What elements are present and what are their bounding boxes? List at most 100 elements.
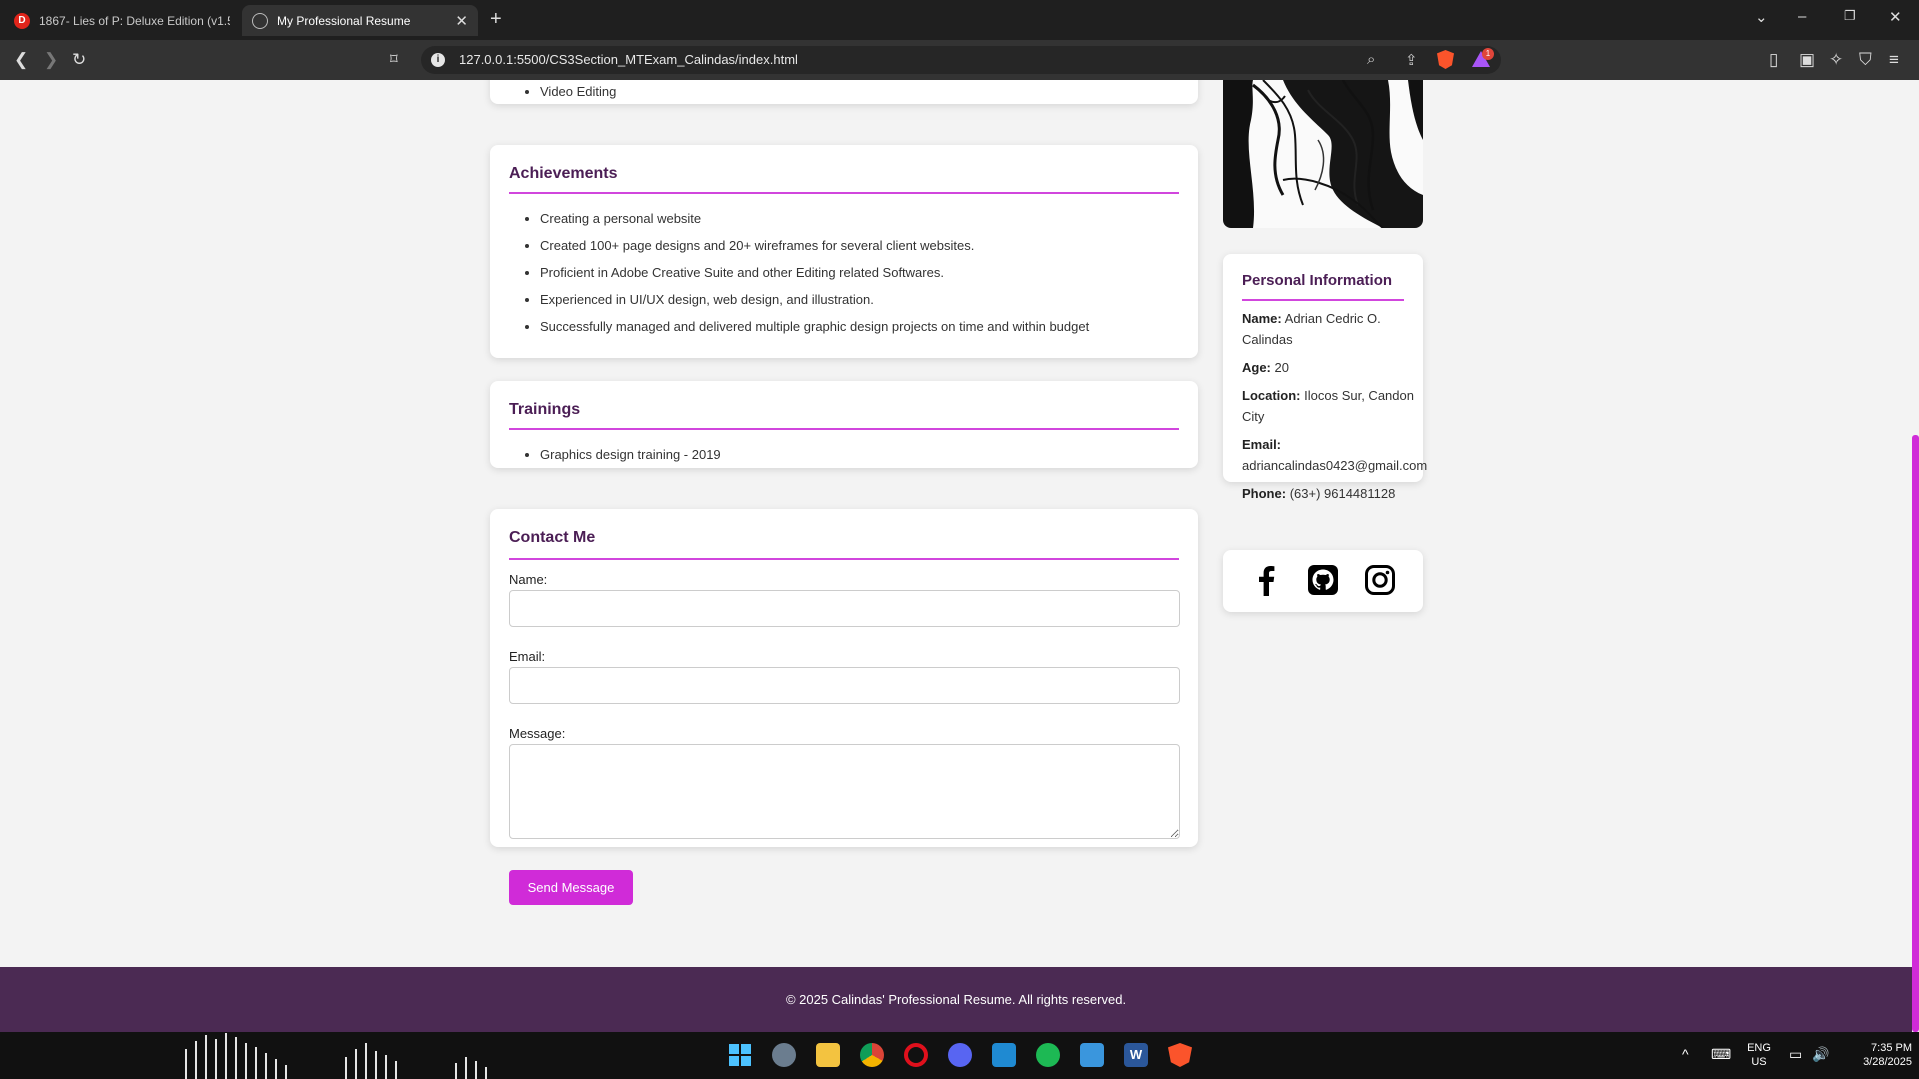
- contact-heading: Contact Me: [509, 529, 596, 546]
- achievements-list: Creating a personal website Created 100+…: [540, 205, 1089, 340]
- sidebar-icon[interactable]: ▯: [1769, 50, 1778, 70]
- social-card: [1223, 550, 1423, 612]
- heading-divider: [509, 192, 1179, 194]
- region-code: US: [1751, 1056, 1767, 1068]
- globe-app-icon[interactable]: [772, 1043, 796, 1067]
- forward-icon[interactable]: ❯: [44, 50, 58, 70]
- scrollbar-thumb[interactable]: [1912, 435, 1919, 1032]
- heading-divider: [1242, 299, 1404, 301]
- tab-professional-resume[interactable]: My Professional Resume ✕: [242, 5, 478, 36]
- tab-title: My Professional Resume: [277, 13, 411, 28]
- name-label: Name:: [509, 572, 548, 587]
- instagram-icon[interactable]: [1364, 564, 1396, 596]
- info-phone: Phone: (63+) 9614481128: [1242, 483, 1427, 504]
- address-bar[interactable]: i 127.0.0.1:5500/CS3Section_MTExam_Calin…: [421, 46, 1501, 74]
- windows-taskbar: W ^ ⌨ ENG US ▭ 🔊 7:35 PM 3/28/2025: [0, 1032, 1919, 1079]
- facebook-icon[interactable]: [1251, 564, 1283, 596]
- zoom-icon[interactable]: ⌕: [1367, 51, 1375, 68]
- personal-info-details: Name: Adrian Cedric O. Calindas Age: 20 …: [1242, 308, 1427, 511]
- heading-divider: [509, 558, 1179, 560]
- info-age-value: 20: [1274, 360, 1289, 375]
- page-footer: © 2025 Calindas' Professional Resume. Al…: [0, 967, 1912, 1032]
- trainings-list: Graphics design training - 2019: [540, 441, 721, 468]
- language-code: ENG: [1747, 1042, 1771, 1054]
- keyboard-icon[interactable]: ⌨: [1711, 1047, 1731, 1061]
- achievements-card: Achievements Creating a personal website…: [490, 145, 1198, 358]
- skills-list: Video Editing: [540, 80, 616, 105]
- clock-time: 7:35 PM: [1871, 1042, 1912, 1054]
- windows-start-icon[interactable]: [728, 1043, 752, 1067]
- rewards-badge: 1: [1482, 48, 1494, 60]
- list-item: Video Editing: [540, 80, 616, 105]
- opera-icon[interactable]: [904, 1043, 928, 1067]
- tab-list-chevron-icon[interactable]: ⌄: [1755, 8, 1768, 26]
- info-location: Location: Ilocos Sur, Candon City: [1242, 385, 1427, 427]
- trainings-card: Trainings Graphics design training - 201…: [490, 381, 1198, 468]
- trainings-heading: Trainings: [509, 401, 581, 418]
- wallet-icon[interactable]: ▣: [1799, 50, 1815, 70]
- network-icon[interactable]: ▭: [1789, 1047, 1802, 1061]
- volume-icon[interactable]: 🔊: [1812, 1047, 1829, 1061]
- info-phone-label: Phone:: [1242, 486, 1287, 501]
- bookmark-icon[interactable]: ⌑: [390, 50, 398, 70]
- info-email: Email: adriancalindas0423@gmail.com: [1242, 434, 1427, 476]
- d-logo-icon: D: [14, 12, 30, 29]
- skills-card: Video Editing: [490, 80, 1198, 104]
- heading-divider: [509, 428, 1179, 430]
- clock[interactable]: 7:35 PM 3/28/2025: [1842, 1041, 1912, 1069]
- list-item: Created 100+ page designs and 20+ wirefr…: [540, 232, 1089, 259]
- word-icon[interactable]: W: [1124, 1043, 1148, 1067]
- info-location-label: Location:: [1242, 388, 1301, 403]
- discord-icon[interactable]: [948, 1043, 972, 1067]
- achievements-heading: Achievements: [509, 165, 618, 182]
- info-email-label: Email:: [1242, 437, 1282, 452]
- page-viewport[interactable]: Video Editing Achievements Creating a pe…: [0, 80, 1919, 1032]
- language-indicator[interactable]: ENG US: [1747, 1041, 1771, 1069]
- list-item: Proficient in Adobe Creative Suite and o…: [540, 259, 1089, 286]
- personal-info-heading: Personal Information: [1242, 272, 1393, 289]
- notepad-icon[interactable]: [1080, 1043, 1104, 1067]
- show-hidden-icons[interactable]: ^: [1682, 1047, 1689, 1061]
- info-phone-value: (63+) 9614481128: [1289, 486, 1396, 501]
- browser-tab-bar: D 1867- Lies of P: Deluxe Edition (v1.5 …: [0, 0, 1919, 40]
- close-window-button[interactable]: ✕: [1889, 8, 1902, 26]
- leo-ai-icon[interactable]: ✧: [1829, 50, 1843, 70]
- list-item: Graphics design training - 2019: [540, 441, 721, 468]
- spotify-icon[interactable]: [1036, 1043, 1060, 1067]
- tab-lies-of-p[interactable]: D 1867- Lies of P: Deluxe Edition (v1.5: [4, 5, 240, 36]
- list-item: Experienced in UI/UX design, web design,…: [540, 286, 1089, 313]
- send-message-button[interactable]: Send Message: [509, 870, 633, 905]
- new-tab-button[interactable]: +: [490, 8, 502, 31]
- reload-icon[interactable]: ↻: [72, 50, 86, 70]
- github-icon[interactable]: [1307, 564, 1339, 596]
- list-item: Creating a personal website: [540, 205, 1089, 232]
- email-field[interactable]: [509, 667, 1180, 704]
- share-icon[interactable]: ⇪: [1405, 51, 1418, 69]
- vpn-icon[interactable]: ⛉: [1859, 50, 1872, 70]
- message-label: Message:: [509, 726, 566, 741]
- info-name: Name: Adrian Cedric O. Calindas: [1242, 308, 1427, 350]
- info-age-label: Age:: [1242, 360, 1271, 375]
- message-textarea[interactable]: [509, 744, 1180, 839]
- minimize-button[interactable]: –: [1798, 8, 1806, 25]
- url-text[interactable]: 127.0.0.1:5500/CS3Section_MTExam_Calinda…: [459, 52, 798, 67]
- personal-info-card: Personal Information Name: Adrian Cedric…: [1223, 254, 1427, 501]
- site-info-icon[interactable]: i: [431, 53, 445, 67]
- info-email-value: adriancalindas0423@gmail.com: [1242, 458, 1428, 473]
- close-tab-icon[interactable]: ✕: [455, 12, 468, 30]
- list-item: Successfully managed and delivered multi…: [540, 313, 1089, 340]
- file-explorer-icon[interactable]: [816, 1043, 840, 1067]
- vscode-icon[interactable]: [992, 1043, 1016, 1067]
- globe-icon: [252, 12, 268, 29]
- restore-button[interactable]: ❐: [1844, 8, 1856, 24]
- brave-taskbar-icon[interactable]: [1168, 1043, 1192, 1067]
- chrome-icon[interactable]: [860, 1043, 884, 1067]
- info-age: Age: 20: [1242, 357, 1427, 378]
- contact-card: Contact Me Name: Email: Message: Send Me…: [490, 509, 1198, 905]
- info-name-label: Name:: [1242, 311, 1282, 326]
- name-field[interactable]: [509, 590, 1180, 627]
- tab-title: 1867- Lies of P: Deluxe Edition (v1.5: [39, 13, 230, 28]
- back-icon[interactable]: ❮: [14, 50, 28, 70]
- profile-picture: [1223, 80, 1423, 228]
- menu-icon[interactable]: ≡: [1889, 50, 1899, 70]
